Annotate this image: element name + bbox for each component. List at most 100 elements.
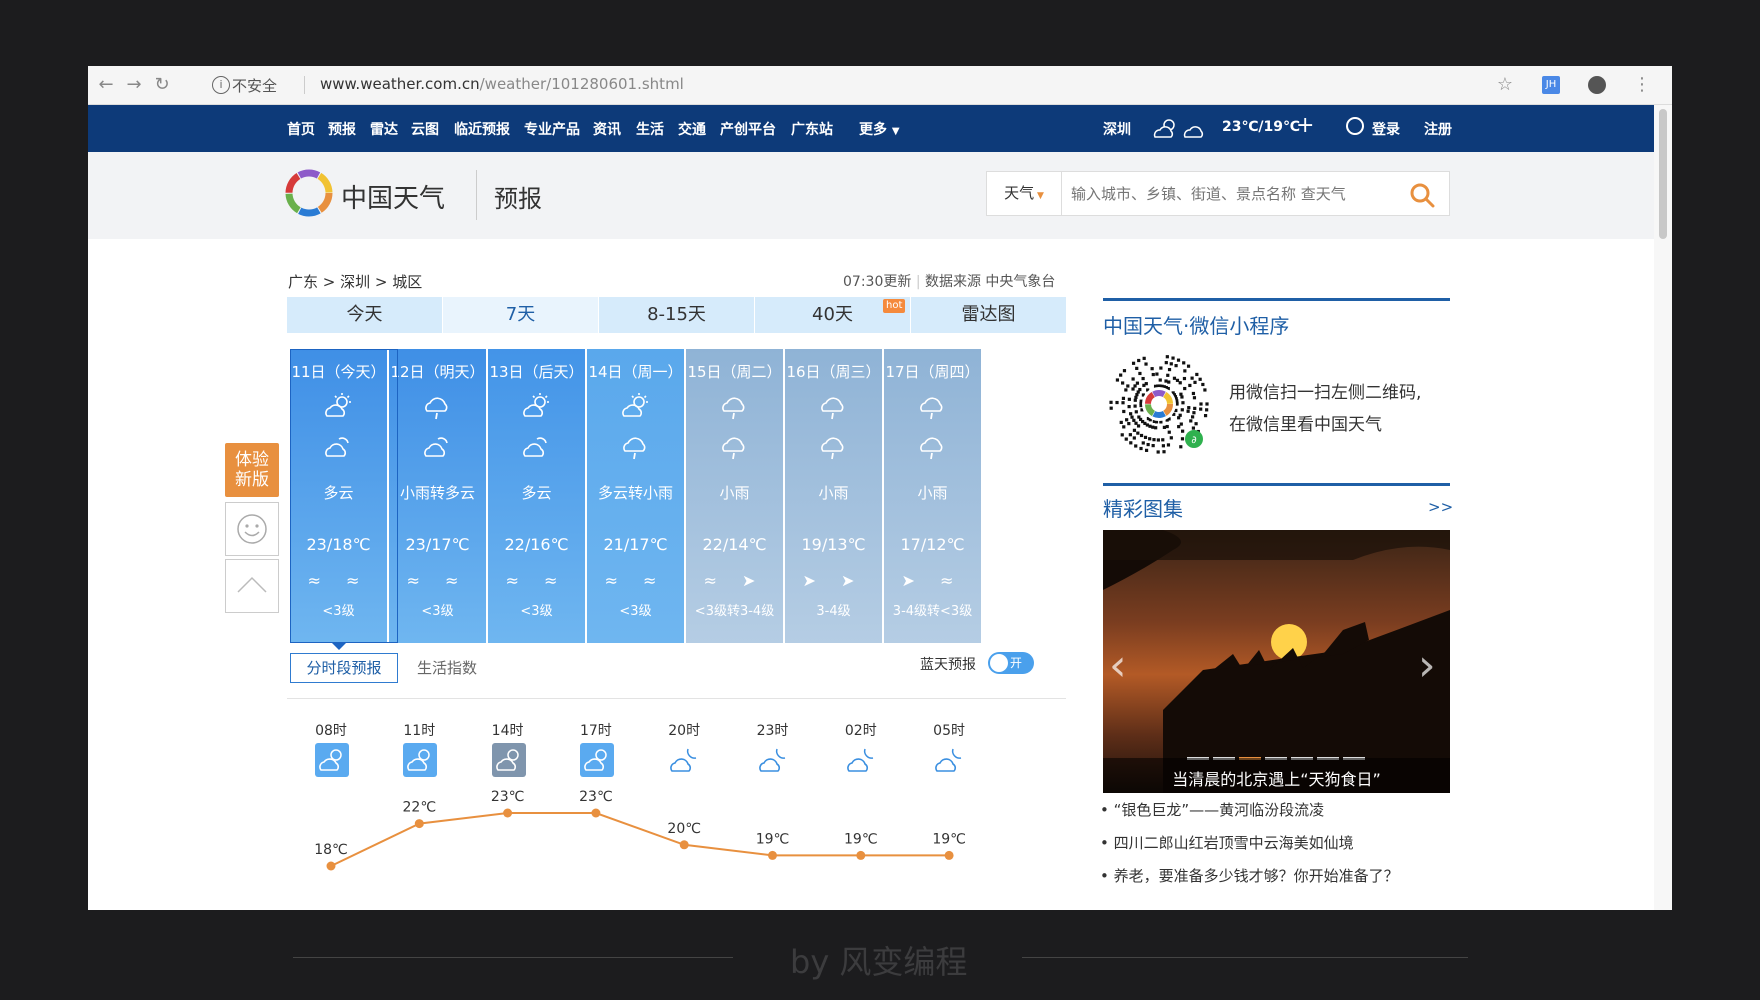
login-link[interactable]: 登录 <box>1372 119 1400 139</box>
breadcrumb-province[interactable]: 广东 <box>288 273 318 291</box>
sun-cloud-icon <box>325 393 351 417</box>
account-icon[interactable] <box>1588 76 1606 94</box>
svg-text:∂: ∂ <box>1191 435 1196 446</box>
breadcrumb-city[interactable]: 深圳 <box>340 273 370 291</box>
gallery-more-link[interactable]: >> <box>1428 498 1453 516</box>
day-icon-day <box>718 391 750 427</box>
tab-radar[interactable]: 雷达图 <box>911 297 1066 333</box>
day-icon-night <box>619 431 651 467</box>
day-temp: 19/13℃ <box>801 535 866 554</box>
new-version-button[interactable]: 体验 新版 <box>225 443 279 497</box>
day-icon-night <box>718 431 750 467</box>
weather-mini-icons <box>1153 119 1204 138</box>
section-title: 预报 <box>494 185 542 213</box>
search-type-select[interactable]: 天气 ▼ <box>987 172 1062 215</box>
nav-news[interactable]: 资讯 <box>593 119 621 139</box>
nav-products[interactable]: 专业产品 <box>524 119 580 139</box>
nav-platform[interactable]: 产创平台 <box>720 119 776 139</box>
nav-traffic[interactable]: 交通 <box>678 119 706 139</box>
back-icon[interactable]: ← <box>94 73 118 97</box>
news-title[interactable]: “银色巨龙”——黄河临汾段流凌 <box>1114 801 1325 819</box>
hot-badge: hot <box>883 299 906 313</box>
header-divider <box>476 170 477 220</box>
day-date: 12日（明天） <box>390 363 485 381</box>
day-column[interactable]: 13日（后天） 多云 22/16℃ ≈ ≈ <3级 <box>488 349 585 643</box>
day-date: 13日（后天） <box>489 363 584 381</box>
wechat-top-rule <box>1103 298 1450 301</box>
hour-label: 20时 <box>668 723 701 739</box>
nav-radar[interactable]: 雷达 <box>370 119 398 139</box>
subtab-life[interactable]: 生活指数 <box>417 657 477 678</box>
day-column[interactable]: 14日（周一） 多云转小雨 21/17℃ ≈ ≈ <3级 <box>587 349 684 643</box>
bluesky-label: 蓝天预报 <box>920 657 976 673</box>
gallery-title[interactable]: 精彩图集 <box>1103 493 1183 522</box>
logo-text[interactable]: 中国天气 <box>341 178 445 215</box>
tab-7days[interactable]: 7天 <box>443 297 598 333</box>
url-text[interactable]: www.weather.com.cn/weather/101280601.sht… <box>320 75 684 93</box>
logo-icon[interactable] <box>285 169 333 217</box>
gallery-top-rule <box>1103 483 1450 486</box>
security-label[interactable]: 不安全 <box>232 75 277 96</box>
gallery-caption[interactable]: 当清晨的北京遇上“天狗食日” <box>1103 766 1450 790</box>
news-title[interactable]: 养老，要准备多少钱才够？你开始准备了？ <box>1114 867 1399 885</box>
wechat-title[interactable]: 中国天气·微信小程序 <box>1103 310 1289 339</box>
gallery-prev-icon[interactable]: ‹ <box>1109 640 1127 691</box>
back-to-top-button[interactable] <box>225 559 279 613</box>
breadcrumb-district[interactable]: 城区 <box>392 273 422 291</box>
register-link[interactable]: 注册 <box>1424 119 1452 139</box>
nav-more[interactable]: 更多 ▼ <box>859 119 900 139</box>
feedback-button[interactable] <box>225 502 279 556</box>
gallery-image[interactable]: ‹ › 当清晨的北京遇上“天狗食日” <box>1103 530 1450 793</box>
nav-life[interactable]: 生活 <box>636 119 664 139</box>
day-column[interactable]: 16日（周三） 小雨 19/13℃ ➤ ➤ 3-4级 <box>785 349 882 643</box>
nav-city[interactable]: 深圳 <box>1103 119 1131 139</box>
tab-today[interactable]: 今天 <box>287 297 442 333</box>
day-weather: 小雨 <box>818 484 849 502</box>
day-column[interactable]: 11日（今天） 多云 23/18℃ ≈ ≈ <3级 <box>290 349 387 643</box>
reload-icon[interactable]: ↻ <box>150 73 174 97</box>
day-column[interactable]: 17日（周四） 小雨 17/12℃ ➤ ≈ 3-4级转<3级 <box>884 349 981 643</box>
temp-label: 19℃ <box>844 831 878 847</box>
gallery-next-icon[interactable]: › <box>1418 640 1436 691</box>
footer-rule-left <box>293 957 733 958</box>
bluesky-toggle[interactable]: 开 <box>988 652 1034 674</box>
news-item[interactable]: • 四川二郎山红岩顶雪中云海美如仙境 <box>1100 832 1399 853</box>
hour-label: 14时 <box>491 723 524 739</box>
nav-guangdong[interactable]: 广东站 <box>791 119 833 139</box>
search-input[interactable] <box>1069 180 1393 208</box>
night-cloud-icon <box>758 748 785 772</box>
nav-home[interactable]: 首页 <box>287 119 315 139</box>
tab-8-15days[interactable]: 8-15天 <box>599 297 754 333</box>
hour-weather-icon <box>491 743 528 779</box>
scroll-thumb[interactable] <box>1659 109 1667 239</box>
extension-jh[interactable]: JH <box>1542 76 1560 94</box>
subtab-hourly[interactable]: 分时段预报 <box>290 653 398 683</box>
menu-dots-icon[interactable]: ⋮ <box>1630 73 1654 97</box>
nav-forecast[interactable]: 预报 <box>328 119 356 139</box>
news-item[interactable]: • “银色巨龙”——黄河临汾段流凌 <box>1100 799 1399 820</box>
cloud-icon <box>424 437 448 457</box>
page-scrollbar[interactable] <box>1654 105 1672 910</box>
nav-cloud[interactable]: 云图 <box>411 119 439 139</box>
day-wind-icons: ≈ ≈ <box>505 571 568 590</box>
nav-nowcast[interactable]: 临近预报 <box>454 119 510 139</box>
hour-label: 17时 <box>579 723 612 739</box>
news-item[interactable]: • 养老，要准备多少钱才够？你开始准备了？ <box>1100 865 1399 886</box>
day-weather: 多云 <box>521 484 552 502</box>
add-city-icon[interactable]: + <box>1296 113 1314 138</box>
rain-icon <box>821 397 844 420</box>
cloud-icon <box>325 437 349 457</box>
bookmark-star-icon[interactable]: ☆ <box>1493 73 1517 97</box>
day-column[interactable]: 12日（明天） 小雨转多云 23/17℃ ≈ ≈ <3级 <box>389 349 486 643</box>
day-temp: 23/18℃ <box>306 535 371 554</box>
search-icon[interactable] <box>1409 182 1435 208</box>
forward-icon[interactable]: → <box>122 73 146 97</box>
day-column[interactable]: 15日（周二） 小雨 22/14℃ ≈ ➤ <3级转3-4级 <box>686 349 783 643</box>
user-icon[interactable] <box>1346 117 1364 135</box>
day-cloud-icon <box>403 743 438 777</box>
day-icon-day <box>817 391 849 427</box>
address-bar[interactable]: i 不安全 www.weather.com.cn/weather/1012806… <box>212 70 1602 100</box>
info-icon[interactable]: i <box>212 76 230 94</box>
day-date: 14日（周一） <box>588 363 683 381</box>
news-title[interactable]: 四川二郎山红岩顶雪中云海美如仙境 <box>1114 834 1354 852</box>
